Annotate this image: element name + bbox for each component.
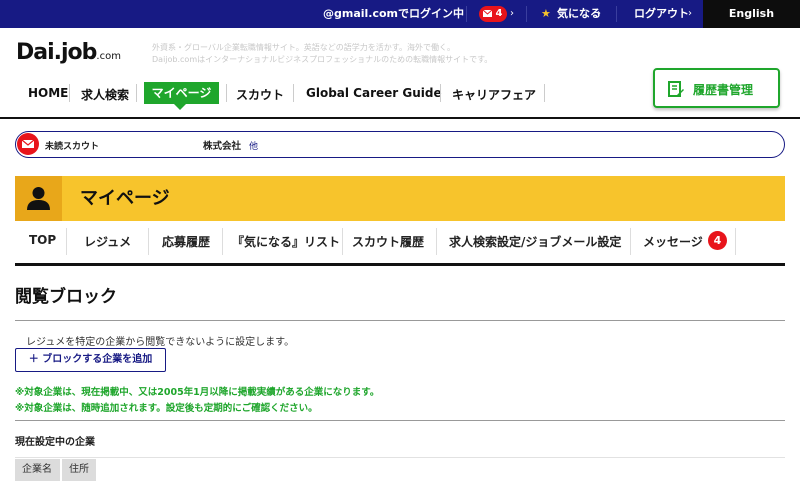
favorites-link[interactable]: 気になる <box>557 0 601 28</box>
nav-job-search[interactable]: 求人検索 <box>81 86 129 103</box>
message-count-badge: 4 <box>708 231 727 250</box>
unread-scout-label: 未読スカウト <box>45 142 100 152</box>
scout-other-link[interactable]: 他 <box>249 139 258 152</box>
divider <box>226 84 227 102</box>
note-text: ※対象企業は、随時追加されます。設定後も定期的にご確認ください。 <box>15 403 318 414</box>
note-text: ※対象企業は、現在掲載中、又は2005年1月以降に掲載実績がある企業になります。 <box>15 387 380 398</box>
divider <box>630 228 631 255</box>
logo[interactable]: Dai.job.com <box>16 40 121 65</box>
tab-top[interactable]: TOP <box>29 233 56 247</box>
tab-scout-history[interactable]: スカウト履歴 <box>352 233 424 250</box>
tab-search-settings[interactable]: 求人検索設定/ジョブメール設定 <box>449 233 621 250</box>
tagline: Daijob.comはインターナショナルビジネスプロフェッショナルのための転職情… <box>152 55 493 64</box>
login-status: @gmail.comでログイン中 <box>323 7 465 20</box>
divider <box>436 228 437 255</box>
divider <box>466 6 467 22</box>
add-blocked-company-button[interactable]: ＋ ブロックする企業を追加 <box>15 348 166 372</box>
chevron-right-icon: › <box>510 8 514 19</box>
logo-text: Dai.job <box>16 40 97 65</box>
active-indicator <box>174 104 186 110</box>
divider <box>544 84 545 102</box>
tab-application-history[interactable]: 応募履歴 <box>162 233 210 250</box>
tab-favorites-list[interactable]: 『気になる』リスト <box>232 233 340 250</box>
english-button[interactable]: English <box>703 0 800 28</box>
nav-mypage[interactable]: マイページ <box>144 82 219 104</box>
divider <box>66 228 67 255</box>
logo-suffix: .com <box>96 51 121 62</box>
tab-resume[interactable]: レジュメ <box>84 233 131 250</box>
scout-company[interactable]: 株式会社 <box>203 138 241 152</box>
document-edit-icon <box>668 81 684 97</box>
envelope-icon <box>482 9 493 17</box>
resume-button-label: 履歴書管理 <box>693 83 754 97</box>
divider <box>293 84 294 102</box>
mail-count: 4 <box>495 8 503 19</box>
page-title: 閲覧ブロック <box>15 287 117 307</box>
divider <box>69 84 70 102</box>
section-divider <box>15 263 785 266</box>
chevron-right-icon: › <box>597 8 601 19</box>
divider <box>616 6 617 22</box>
divider <box>526 6 527 22</box>
title-divider <box>15 320 785 321</box>
nav-career-fair[interactable]: キャリアフェア <box>452 86 536 103</box>
table-top-border <box>15 457 785 458</box>
divider <box>735 228 736 255</box>
table-header-address: 住所 <box>62 459 96 481</box>
mail-icon <box>17 133 39 155</box>
logout-link[interactable]: ログアウト <box>634 0 689 28</box>
resume-management-button[interactable]: 履歴書管理 <box>653 68 780 108</box>
current-companies-label: 現在設定中の企業 <box>15 437 95 448</box>
divider <box>148 228 149 255</box>
section-divider <box>15 420 785 421</box>
tab-messages[interactable]: メッセージ <box>643 233 703 250</box>
person-icon <box>15 176 62 221</box>
mail-badge[interactable]: 4 <box>479 6 507 22</box>
table-header-company: 企業名 <box>15 459 60 481</box>
nav-home[interactable]: HOME <box>28 86 68 100</box>
header-divider <box>0 117 800 119</box>
nav-global-career-guide[interactable]: Global Career Guide <box>306 86 442 100</box>
unread-scout-bar[interactable] <box>15 131 785 158</box>
mypage-title: マイページ <box>80 188 170 209</box>
divider <box>342 228 343 255</box>
description-text: レジュメを特定の企業から閲覧できないように設定します。 <box>26 337 295 348</box>
divider <box>440 84 441 102</box>
divider <box>136 84 137 102</box>
chevron-right-icon: › <box>688 8 692 19</box>
tagline: 外資系・グローバル企業転職情報サイト。英語などの語学力を活かす。海外で働く。 <box>152 43 455 52</box>
divider <box>222 228 223 255</box>
nav-scout[interactable]: スカウト <box>236 86 284 103</box>
star-icon: ★ <box>541 7 551 20</box>
